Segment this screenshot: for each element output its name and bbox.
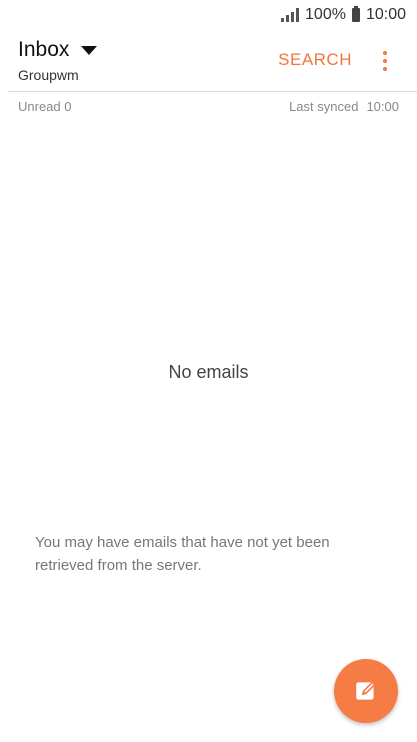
compose-button[interactable] — [334, 659, 398, 723]
more-vert-icon[interactable] — [381, 51, 389, 71]
empty-state-title: No emails — [168, 362, 249, 382]
search-button[interactable]: SEARCH — [278, 50, 352, 70]
last-synced: Last synced 10:00 — [289, 99, 399, 114]
signal-icon — [281, 8, 300, 22]
dropdown-icon[interactable] — [81, 45, 98, 55]
empty-state-hint: You may have emails that have not yet be… — [35, 534, 330, 574]
account-name: Groupwm — [18, 67, 79, 83]
folder-selector[interactable]: Inbox — [18, 38, 98, 62]
info-row: Unread 0 Last synced 10:00 — [18, 99, 399, 114]
header-divider — [8, 91, 417, 92]
folder-title: Inbox — [18, 38, 70, 61]
app-bar: Inbox Groupwm SEARCH — [0, 30, 417, 91]
last-synced-label: Last synced — [289, 99, 359, 114]
status-bar: 100% 10:00 — [0, 0, 417, 30]
battery-percent: 100% — [305, 6, 346, 23]
email-inbox-screen: 100% 10:00 Inbox Groupwm SEARCH Unread 0… — [0, 0, 417, 742]
last-synced-time: 10:00 — [366, 99, 399, 114]
battery-icon — [351, 6, 360, 22]
compose-icon — [356, 681, 376, 700]
unread-count: Unread 0 — [18, 99, 72, 114]
status-time: 10:00 — [365, 6, 406, 23]
